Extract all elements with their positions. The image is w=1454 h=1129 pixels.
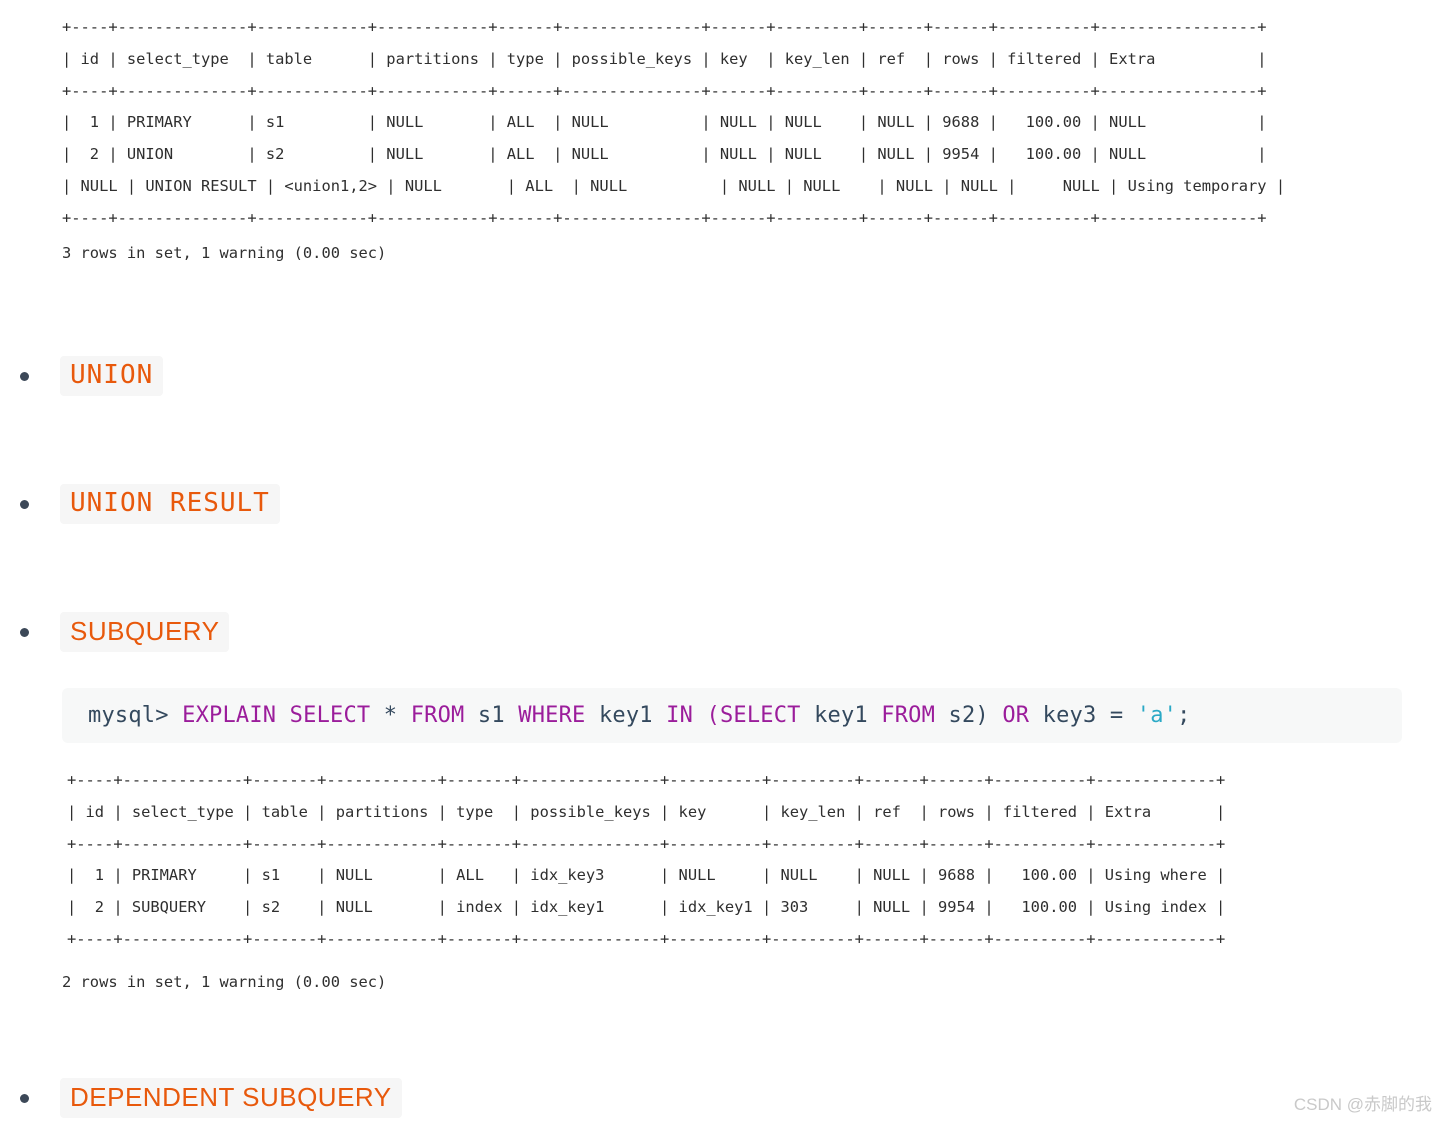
csdn-watermark: CSDN @赤脚的我	[1293, 1095, 1432, 1114]
sql-token-plain: key1	[800, 702, 882, 728]
explain-result-table-union: +----+--------------+------------+------…	[62, 12, 1285, 235]
sql-token-plain: s1	[464, 702, 519, 728]
sql-token-str: 'a'	[1136, 702, 1178, 728]
inline-code-union-result: UNION RESULT	[60, 483, 280, 525]
sql-token-kw: EXPLAIN SELECT	[182, 702, 371, 728]
list-item-union-result: UNION RESULT	[20, 483, 280, 525]
bullet-dot-icon	[20, 1093, 29, 1103]
sql-token-kw: OR	[1002, 702, 1030, 728]
inline-code-dependent-subquery: DEPENDENT SUBQUERY	[60, 1077, 402, 1119]
rows-in-set-status-2: 2 rows in set, 1 warning (0.00 sec)	[62, 973, 387, 991]
list-item-dependent-subquery: DEPENDENT SUBQUERY	[20, 1077, 402, 1119]
sql-token-kw: FROM	[881, 702, 936, 728]
sql-token-plain: key1	[585, 702, 667, 728]
sql-token-kw: FROM	[410, 702, 465, 728]
rows-in-set-status-1: 3 rows in set, 1 warning (0.00 sec)	[62, 244, 387, 262]
sql-token-plain: key3 =	[1029, 702, 1137, 728]
bullet-dot-icon	[20, 499, 29, 509]
console-output-lines: +----+--------------+------------+------…	[62, 18, 1286, 227]
sql-token-kw: IN (SELECT	[666, 702, 801, 728]
list-item-union: UNION	[20, 355, 164, 397]
explain-result-table-subquery: +----+-------------+-------+------------…	[67, 765, 1225, 956]
sql-token-plain: ;	[1177, 702, 1191, 728]
sql-token-plain: mysql>	[88, 702, 183, 728]
sql-code-line: mysql> EXPLAIN SELECT * FROM s1 WHERE ke…	[62, 702, 1191, 728]
inline-code-subquery: SUBQUERY	[60, 611, 230, 653]
bullet-dot-icon	[20, 371, 29, 381]
sql-token-plain: *	[370, 702, 411, 728]
document-page: +----+--------------+------------+------…	[0, 0, 1454, 1129]
sql-token-plain: s2)	[935, 702, 1003, 728]
bullet-dot-icon	[20, 627, 29, 637]
sql-token-kw: WHERE	[518, 702, 586, 728]
list-item-subquery: SUBQUERY	[20, 611, 230, 653]
sql-code-block[interactable]: mysql> EXPLAIN SELECT * FROM s1 WHERE ke…	[62, 688, 1402, 743]
inline-code-union: UNION	[60, 355, 164, 397]
console-output-lines: +----+-------------+-------+------------…	[67, 771, 1226, 948]
